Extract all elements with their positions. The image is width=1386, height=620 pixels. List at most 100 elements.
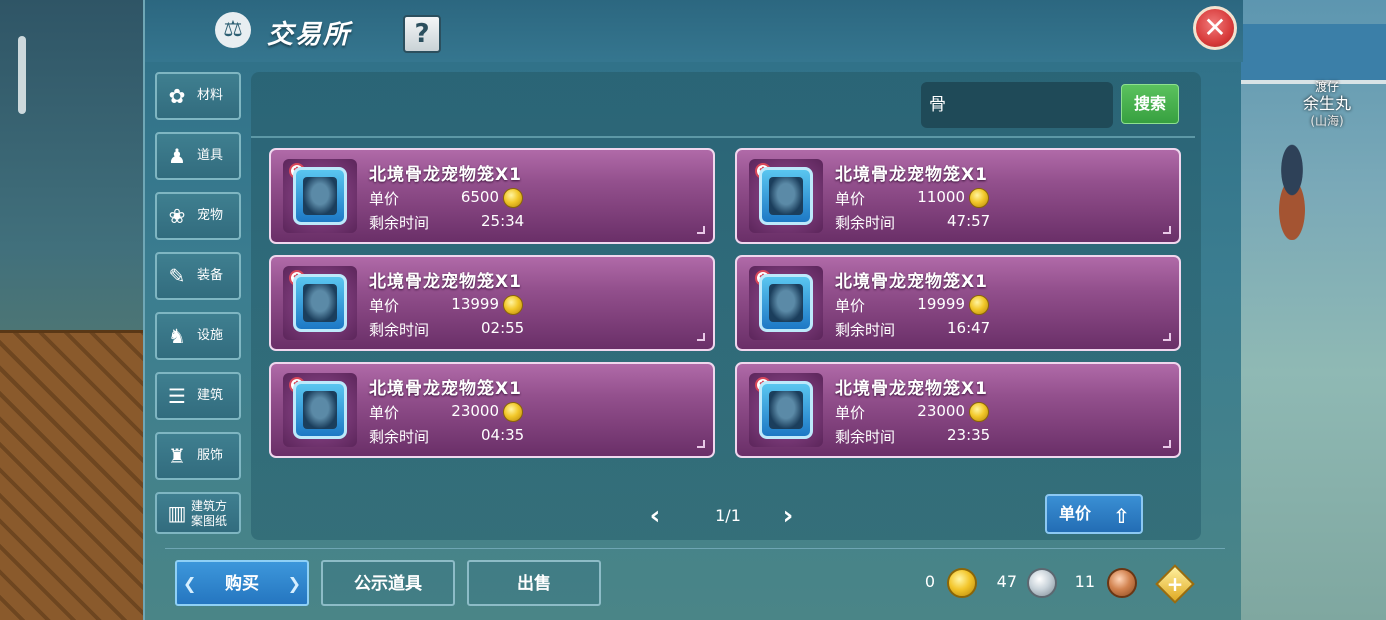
price-label: 单价	[835, 297, 866, 315]
pet-cage-icon	[293, 274, 347, 332]
sort-by-price-button[interactable]: 单价 ⇧	[1045, 494, 1143, 534]
close-button[interactable]: ✕	[1193, 6, 1237, 50]
title-bar: ⚖ 交易所 ? ✕	[145, 0, 1243, 62]
copper-coin-icon	[1107, 568, 1137, 598]
corner-mark	[1163, 440, 1171, 448]
item-name: 北境骨龙宠物笼X1	[835, 272, 988, 292]
category-label: 道具	[197, 148, 224, 163]
category-label: 材料	[197, 88, 224, 103]
item-thumbnail: ✿	[283, 373, 357, 447]
tool-icon: ♟	[168, 144, 186, 168]
search-input[interactable]: 骨	[921, 82, 1113, 128]
tab-public-items[interactable]: 公示道具	[321, 560, 455, 606]
equipment-icon: ✎	[168, 264, 186, 288]
bone-dragon-art	[303, 391, 337, 429]
time-label: 剩余时间	[369, 321, 430, 339]
price-label: 单价	[835, 404, 866, 422]
next-page-button[interactable]: ›	[778, 502, 798, 530]
category-label-line2: 案图纸	[191, 514, 228, 528]
listing-item[interactable]: ✿ 北境骨龙宠物笼X1 单价 19999 剩余时间 16:47	[735, 255, 1181, 351]
corner-mark	[697, 333, 705, 341]
listing-item[interactable]: ✿ 北境骨龙宠物笼X1 单价 6500 剩余时间 25:34	[269, 148, 715, 244]
prev-page-button[interactable]: ‹	[645, 502, 665, 530]
exchange-panel: ⚖ 交易所 ? ✕ ✿ 材料 ♟ 道具 ❀ 宠物 ✎ 装备 ♞ 设施 ☰ 建筑 …	[143, 0, 1243, 620]
category-label: 设施	[197, 328, 224, 343]
scroll-handle[interactable]	[18, 36, 26, 114]
gold-coin-icon	[947, 568, 977, 598]
category-facilities[interactable]: ♞ 设施	[155, 312, 241, 360]
add-currency-button[interactable]: +	[1155, 564, 1195, 604]
building-icon: ☰	[168, 384, 186, 408]
corner-mark	[1163, 226, 1171, 234]
category-label: 服饰	[197, 448, 224, 463]
wooden-crate	[0, 330, 150, 620]
bottom-divider	[165, 548, 1225, 549]
item-name: 北境骨龙宠物笼X1	[369, 165, 522, 185]
time-label: 剩余时间	[369, 214, 430, 232]
category-equipment[interactable]: ✎ 装备	[155, 252, 241, 300]
category-clothing[interactable]: ♜ 服饰	[155, 432, 241, 480]
copper-amount: 11	[1074, 572, 1095, 591]
category-label-line1: 建筑方	[191, 499, 228, 513]
category-materials[interactable]: ✿ 材料	[155, 72, 241, 120]
help-button[interactable]: ?	[403, 15, 441, 53]
clothing-icon: ♜	[168, 444, 186, 468]
silver-amount: 47	[996, 572, 1017, 591]
item-name: 北境骨龙宠物笼X1	[835, 165, 988, 185]
divider	[251, 136, 1195, 138]
gold-coin-icon	[969, 402, 989, 422]
category-blueprints[interactable]: ▥ 建筑方 案图纸	[155, 492, 241, 534]
npc-character[interactable]	[1262, 140, 1322, 240]
category-tools[interactable]: ♟ 道具	[155, 132, 241, 180]
listing-item[interactable]: ✿ 北境骨龙宠物笼X1 单价 23000 剩余时间 23:35	[735, 362, 1181, 458]
search-button[interactable]: 搜索	[1121, 84, 1179, 124]
pet-cage-icon	[293, 381, 347, 439]
item-time-remaining: 04:35	[481, 426, 525, 444]
item-time-remaining: 02:55	[481, 319, 525, 337]
tab-sell[interactable]: 出售	[467, 560, 601, 606]
item-price: 23000	[917, 402, 965, 420]
page-indicator: 1/1	[715, 506, 741, 525]
listing-item[interactable]: ✿ 北境骨龙宠物笼X1 单价 11000 剩余时间 47:57	[735, 148, 1181, 244]
item-thumbnail: ✿	[749, 373, 823, 447]
category-label: 建筑方 案图纸	[191, 499, 227, 529]
time-label: 剩余时间	[835, 428, 896, 446]
time-label: 剩余时间	[369, 428, 430, 446]
time-label: 剩余时间	[835, 214, 896, 232]
item-thumbnail: ✿	[749, 159, 823, 233]
corner-mark	[697, 440, 705, 448]
corner-mark	[1163, 333, 1171, 341]
item-name: 北境骨龙宠物笼X1	[369, 272, 522, 292]
category-label: 装备	[197, 268, 224, 283]
gold-amount: 0	[924, 572, 935, 591]
pet-cage-icon	[759, 274, 813, 332]
gold-coin-icon	[969, 295, 989, 315]
plus-icon: +	[1166, 572, 1184, 596]
price-label: 单价	[835, 190, 866, 208]
item-time-remaining: 16:47	[947, 319, 991, 337]
category-buildings[interactable]: ☰ 建筑	[155, 372, 241, 420]
tab-buy-label: 购买	[225, 574, 259, 594]
bone-dragon-art	[769, 177, 803, 215]
category-pets[interactable]: ❀ 宠物	[155, 192, 241, 240]
item-thumbnail: ✿	[283, 159, 357, 233]
listing-item[interactable]: ✿ 北境骨龙宠物笼X1 单价 13999 剩余时间 02:55	[269, 255, 715, 351]
tab-buy[interactable]: ❮ 购买 ❯	[175, 560, 309, 606]
bone-dragon-art	[303, 284, 337, 322]
item-price: 6500	[460, 188, 499, 206]
blueprint-icon: ▥	[167, 501, 187, 525]
item-price: 11000	[917, 188, 965, 206]
price-label: 单价	[369, 190, 400, 208]
npc-title: 渡仔	[1314, 80, 1339, 94]
item-time-remaining: 25:34	[481, 212, 525, 230]
corner-mark	[697, 226, 705, 234]
materials-icon: ✿	[168, 84, 186, 108]
npc-nameplate: 渡仔 余生丸 (山海)	[1272, 80, 1382, 128]
category-label: 建筑	[197, 388, 224, 403]
price-label: 单价	[369, 297, 400, 315]
chevron-left-icon: ❮	[183, 574, 197, 593]
item-price: 13999	[451, 295, 499, 313]
pet-cage-icon	[293, 167, 347, 225]
listing-item[interactable]: ✿ 北境骨龙宠物笼X1 单价 23000 剩余时间 04:35	[269, 362, 715, 458]
silver-coin-icon	[1027, 568, 1057, 598]
